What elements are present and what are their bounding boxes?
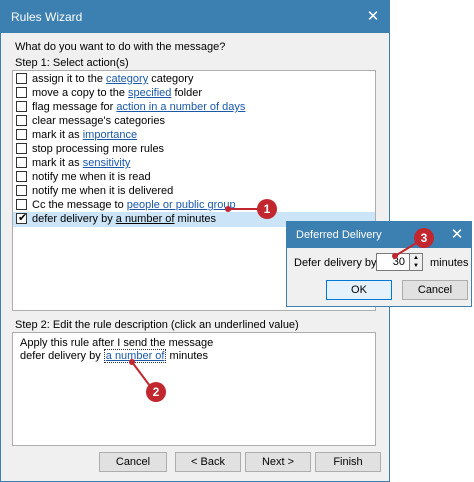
units-label: minutes [430, 257, 469, 269]
step1-label: Step 1: Select action(s) [15, 57, 129, 69]
action-text: mark it as [32, 157, 83, 169]
cancel-button[interactable]: Cancel [99, 452, 167, 472]
action-link[interactable]: importance [83, 129, 137, 141]
dialog-title: Deferred Delivery [296, 229, 382, 241]
description-line: Apply this rule after I send the message [20, 337, 214, 349]
action-link[interactable]: category [106, 73, 148, 85]
action-flag-message[interactable]: flag message for action in a number of d… [13, 100, 375, 115]
action-link[interactable]: action in a number of days [116, 101, 245, 113]
spin-down-icon[interactable]: ▼ [410, 262, 422, 270]
action-cc-message[interactable]: Cc the message to people or public group [13, 198, 375, 213]
checkbox[interactable] [16, 87, 27, 98]
checkbox[interactable] [16, 129, 27, 140]
description-text: defer delivery by [20, 350, 104, 362]
checkmark-icon: ✔ [18, 212, 28, 224]
description-text: minutes [166, 350, 209, 362]
callout-badge-3: 3 [414, 228, 434, 248]
checkbox[interactable] [16, 157, 27, 168]
ok-button[interactable]: OK [326, 280, 392, 300]
action-move-copy[interactable]: move a copy to the specified folder [13, 86, 375, 101]
action-notify-read[interactable]: notify me when it is read [13, 170, 375, 185]
action-text: minutes [174, 213, 217, 225]
checkbox[interactable] [16, 73, 27, 84]
dialog-cancel-button[interactable]: Cancel [402, 280, 468, 300]
close-icon[interactable]: ✕ [365, 9, 381, 25]
dialog-title-bar: Deferred Delivery ✕ [287, 222, 471, 248]
title-bar: Rules Wizard ✕ [1, 1, 389, 33]
finish-button[interactable]: Finish [315, 452, 381, 472]
callout-badge-2: 2 [146, 382, 166, 402]
checkbox[interactable] [16, 101, 27, 112]
checkbox[interactable] [16, 143, 27, 154]
action-stop-processing[interactable]: stop processing more rules [13, 142, 375, 157]
checkbox[interactable] [16, 115, 27, 126]
checkbox[interactable] [16, 185, 27, 196]
step2-label: Step 2: Edit the rule description (click… [15, 319, 299, 331]
action-text: notify me when it is delivered [32, 185, 174, 197]
minutes-stepper[interactable]: ▲ ▼ [409, 253, 423, 271]
description-line: defer delivery by a number of minutes [20, 349, 209, 363]
close-icon[interactable]: ✕ [449, 227, 465, 243]
question-label: What do you want to do with the message? [15, 41, 226, 53]
minutes-value: 30 [392, 256, 405, 268]
action-text: Cc the message to [32, 199, 127, 211]
minutes-input[interactable]: 30 [376, 253, 410, 271]
next-button[interactable]: Next > [245, 452, 311, 472]
back-button[interactable]: < Back [175, 452, 241, 472]
checkbox-checked[interactable]: ✔ [16, 212, 28, 224]
defer-label: Defer delivery by [294, 257, 377, 269]
action-text: assign it to the [32, 73, 106, 85]
action-text: move a copy to the [32, 87, 128, 99]
window-title: Rules Wizard [11, 10, 83, 24]
action-text: stop processing more rules [32, 143, 165, 155]
action-text: notify me when it is read [32, 171, 151, 183]
action-link[interactable]: sensitivity [83, 157, 131, 169]
action-text: category [148, 73, 194, 85]
action-assign-category[interactable]: assign it to the category category [13, 72, 375, 87]
action-clear-categories[interactable]: clear message's categories [13, 114, 375, 129]
action-link[interactable]: people or public group [127, 199, 236, 211]
deferred-delivery-dialog: Deferred Delivery ✕ Defer delivery by 30… [286, 221, 472, 307]
spin-up-icon[interactable]: ▲ [410, 254, 422, 262]
action-notify-delivered[interactable]: notify me when it is delivered [13, 184, 375, 199]
action-text: mark it as [32, 129, 83, 141]
checkbox[interactable] [16, 199, 27, 210]
rule-description-box: Apply this rule after I send the message… [12, 332, 376, 446]
action-text: defer delivery by [32, 213, 116, 225]
number-of-minutes-link[interactable]: a number of [103, 349, 167, 363]
callout-badge-1: 1 [257, 199, 277, 219]
action-text: folder [171, 87, 202, 99]
action-text: clear message's categories [32, 115, 165, 127]
action-link[interactable]: a number of [116, 213, 175, 225]
action-link[interactable]: specified [128, 87, 171, 99]
action-mark-sensitivity[interactable]: mark it as sensitivity [13, 156, 375, 171]
checkbox[interactable] [16, 171, 27, 182]
action-text: flag message for [32, 101, 117, 113]
action-mark-importance[interactable]: mark it as importance [13, 128, 375, 143]
